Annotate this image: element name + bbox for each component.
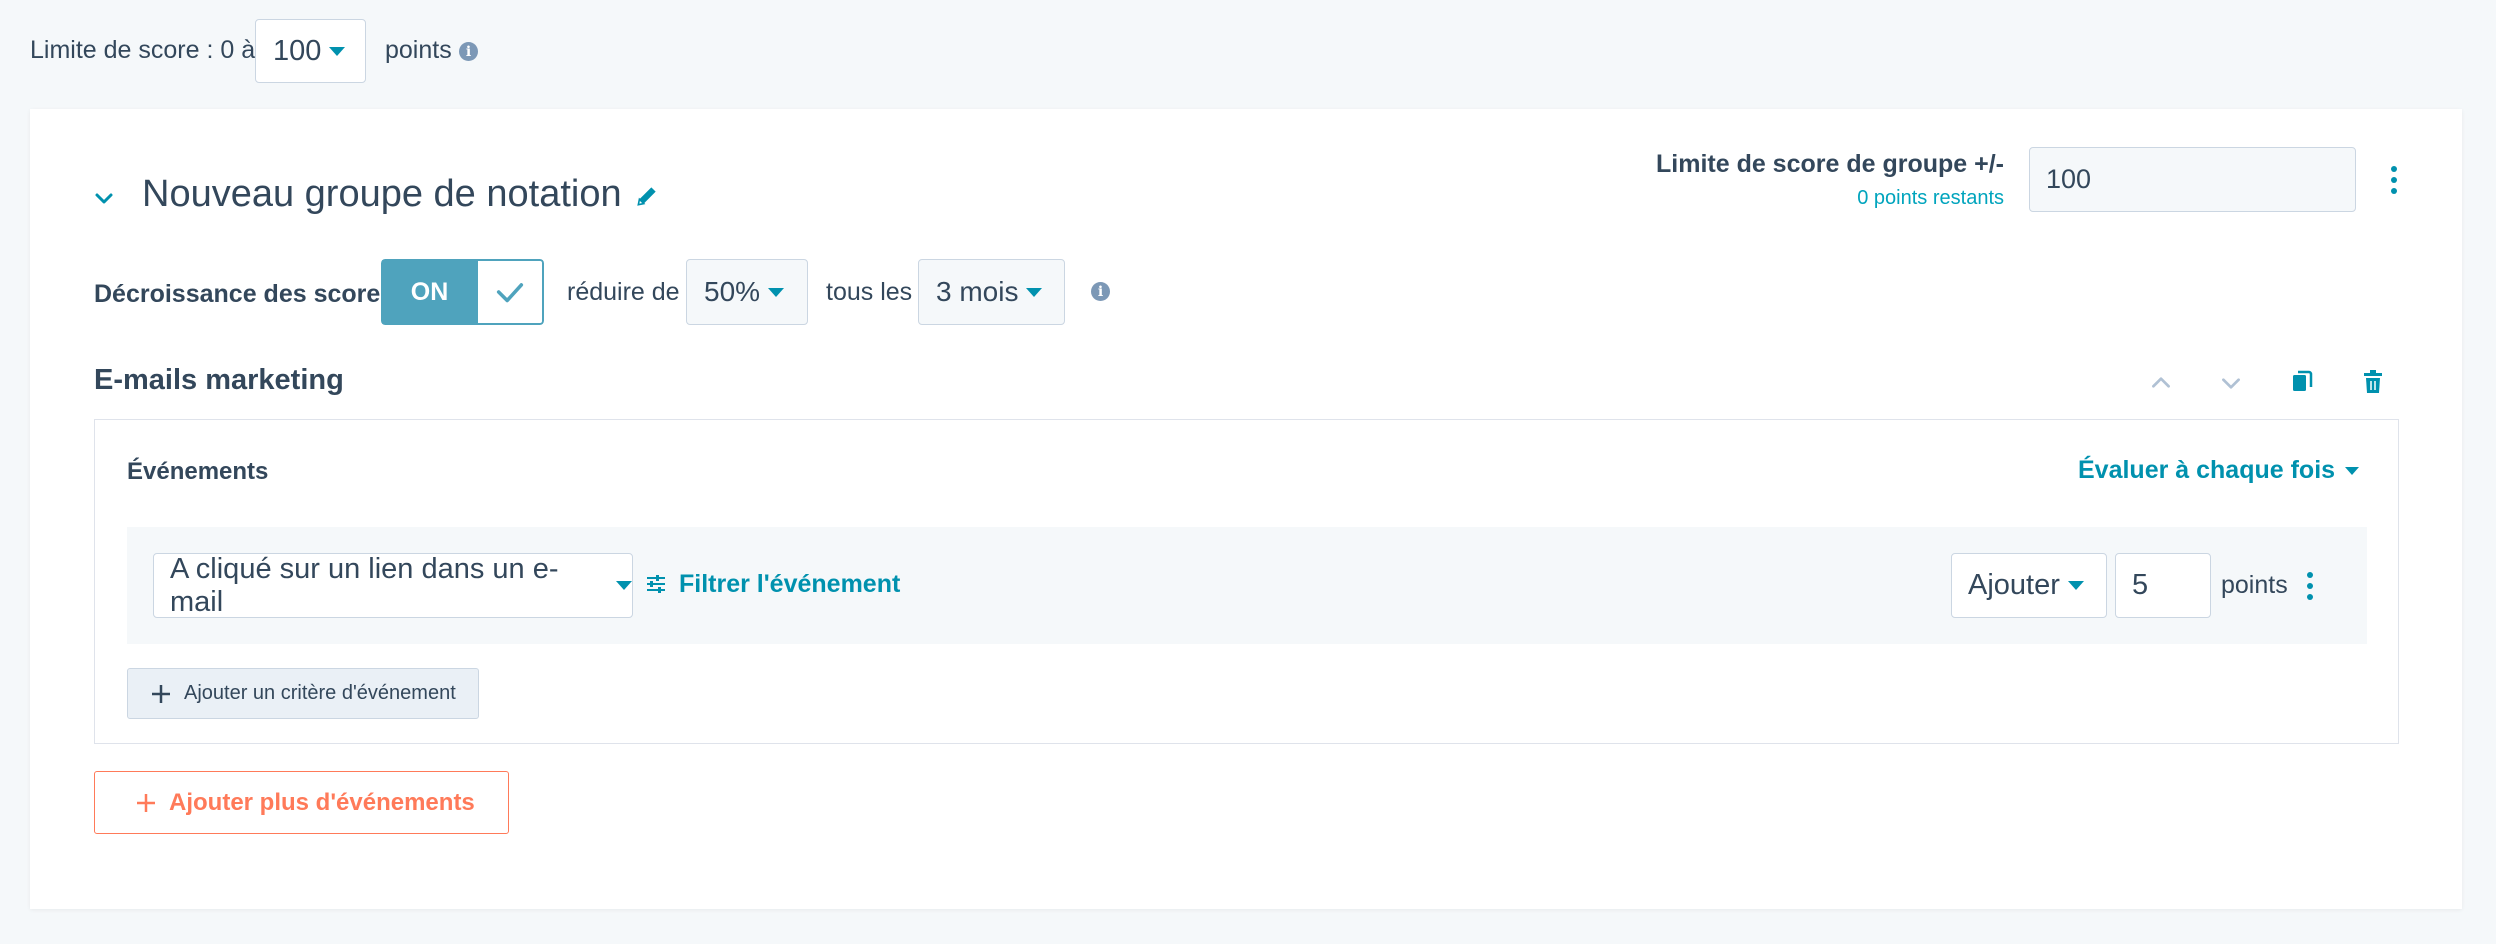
action-value: Ajouter — [1968, 569, 2060, 601]
decay-info-icon[interactable]: i — [1091, 282, 1110, 301]
period-value: 3 mois — [936, 276, 1019, 307]
evaluate-label: Évaluer à chaque fois — [2078, 456, 2336, 484]
event-type-select[interactable]: A cliqué sur un lien dans un e-mail — [153, 553, 633, 618]
caret-down-icon — [329, 46, 346, 56]
group-more-options-icon[interactable] — [2391, 166, 2397, 194]
group-title[interactable]: Nouveau groupe de notation — [142, 173, 622, 216]
caret-down-icon — [1026, 287, 1043, 297]
remaining-points-label: 0 points restants — [1857, 187, 2004, 209]
reduce-label: réduire de — [567, 278, 680, 306]
score-limit-select[interactable]: 100 — [255, 19, 366, 83]
reduce-select[interactable]: 50% — [686, 259, 808, 325]
caret-down-icon — [2345, 466, 2360, 475]
move-up-icon[interactable] — [2148, 370, 2174, 396]
evaluate-dropdown[interactable]: Évaluer à chaque fois — [2078, 456, 2360, 485]
score-limit-points-label: points — [385, 36, 452, 64]
section-title: E-mails marketing — [94, 364, 344, 396]
checkmark-icon — [478, 259, 544, 325]
add-criteria-button[interactable]: Ajouter un critère d'événement — [127, 668, 479, 719]
move-down-icon[interactable] — [2218, 370, 2244, 396]
group-limit-label: Limite de score de groupe +/- — [1656, 150, 2004, 178]
event-type-value: A cliqué sur un lien dans un e-mail — [170, 552, 559, 618]
every-label: tous les — [826, 278, 913, 306]
points-value: 5 — [2132, 569, 2149, 601]
reduce-value: 50% — [704, 276, 761, 307]
add-more-events-button[interactable]: Ajouter plus d'événements — [94, 771, 509, 834]
add-more-events-label: Ajouter plus d'événements — [169, 788, 475, 816]
duplicate-icon[interactable] — [2290, 369, 2314, 395]
event-points-label: points — [2221, 571, 2288, 599]
edit-pencil-icon[interactable] — [634, 183, 660, 209]
caret-down-icon — [2067, 581, 2084, 590]
caret-down-icon — [616, 581, 632, 590]
decay-label: Décroissance des scores — [94, 280, 395, 308]
plus-icon — [135, 792, 157, 814]
period-select[interactable]: 3 mois — [918, 259, 1065, 325]
group-limit-input[interactable]: 100 — [2029, 147, 2356, 212]
points-input[interactable]: 5 — [2115, 553, 2211, 618]
collapse-chevron-icon[interactable] — [92, 186, 116, 210]
events-title: Événements — [127, 458, 269, 485]
score-limit-value: 100 — [273, 34, 322, 67]
plus-icon — [150, 683, 172, 705]
decay-toggle[interactable]: ON — [381, 259, 544, 325]
info-icon[interactable]: i — [459, 42, 478, 61]
caret-down-icon — [768, 287, 785, 297]
event-more-options-icon[interactable] — [2307, 572, 2313, 600]
toggle-on-label: ON — [381, 259, 478, 325]
add-criteria-label: Ajouter un critère d'événement — [184, 682, 456, 704]
group-limit-value: 100 — [2046, 164, 2092, 194]
filter-sliders-icon[interactable] — [645, 573, 667, 595]
filter-event-link[interactable]: Filtrer l'événement — [679, 570, 900, 599]
score-limit-label: Limite de score : 0 à — [30, 36, 256, 64]
action-select[interactable]: Ajouter — [1951, 553, 2107, 618]
delete-trash-icon[interactable] — [2361, 369, 2385, 395]
